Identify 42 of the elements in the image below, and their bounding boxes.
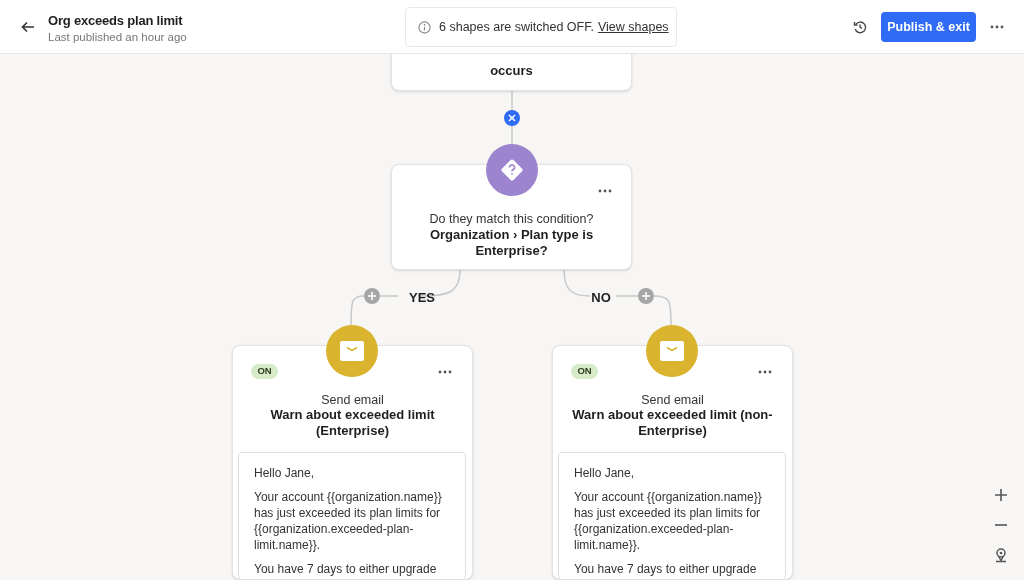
plus-icon: [368, 292, 376, 300]
plus-icon: [994, 488, 1008, 502]
zoom-in-button[interactable]: [992, 486, 1010, 504]
branch-label: NO: [590, 289, 612, 307]
view-shapes-link[interactable]: View shapes: [597, 17, 669, 37]
email-paragraph: Hello Jane,: [254, 465, 316, 481]
condition-icon: [486, 144, 538, 196]
condition-prompt: Do they match this condition?: [428, 211, 595, 228]
email-paragraph: You have 7 days to either upgrade: [254, 561, 438, 577]
more-icon: [758, 370, 772, 374]
action-type: Send email: [640, 392, 705, 409]
more-icon: [438, 370, 452, 374]
more-icon: [598, 189, 612, 193]
action-type: Send email: [320, 392, 385, 409]
plus-icon: [642, 292, 650, 300]
condition-rule: Organization › Plan type is Enterprise?: [428, 227, 595, 259]
info-icon: [418, 20, 431, 34]
action-title: Warn about exceeded limit (Enterprise): [269, 407, 436, 439]
email-paragraph: Your account {{organization.name}} has just exceeded its plan limits for {{organization.exceeded-plan-limit.name}}.: [574, 489, 763, 553]
close-icon: [508, 114, 516, 122]
email-paragraph: You have 7 days to either upgrade: [574, 561, 758, 577]
connector-line: [379, 295, 399, 297]
connector-line: [653, 295, 672, 326]
back-arrow-icon: [21, 21, 35, 33]
action-title: Warn about exceeded limit (non-Enterprise): [571, 407, 774, 439]
more-icon: [990, 25, 1004, 29]
history-icon: [853, 20, 867, 34]
trigger-text: occurs: [489, 62, 534, 80]
remove-connection-button[interactable]: [504, 110, 520, 126]
notice-text: 6 shapes are switched OFF.: [439, 18, 594, 36]
workflow-title: Org exceeds plan limit: [48, 12, 183, 30]
pin-icon: [994, 547, 1008, 563]
email-paragraph: Your account {{organization.name}} has just exceeded its plan limits for {{organization.exceeded-plan-limit.name}}.: [254, 489, 443, 553]
publish-exit-button[interactable]: Publish & exit: [881, 12, 976, 42]
connector-line: [615, 295, 639, 297]
email-paragraph: Hello Jane,: [574, 465, 636, 481]
connector-line: [350, 295, 365, 326]
connector-line: [563, 269, 591, 297]
history-button[interactable]: [851, 18, 869, 36]
branch-label: YES: [409, 289, 433, 307]
last-published-text: Last published an hour ago: [48, 30, 187, 45]
connector-line: [511, 90, 513, 146]
